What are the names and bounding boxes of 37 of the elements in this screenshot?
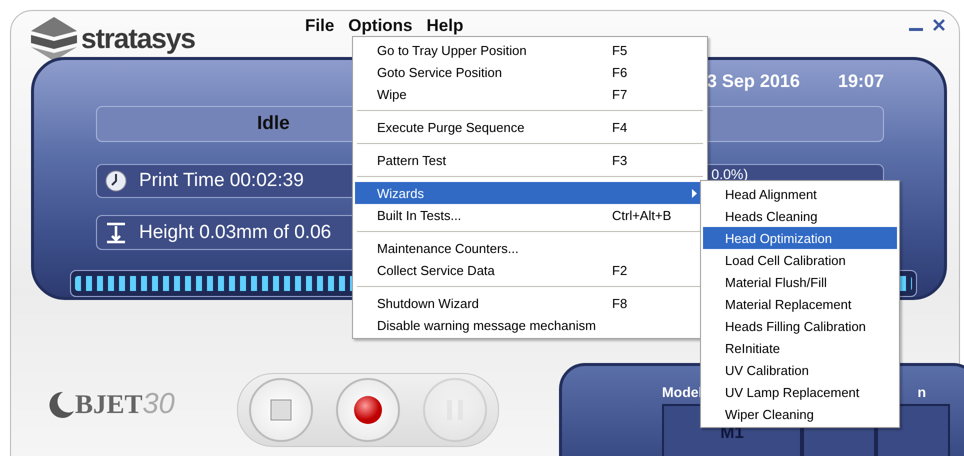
product-name: BJET bbox=[75, 389, 143, 420]
menu-title[interactable]: Help bbox=[422, 15, 468, 37]
menu-item[interactable]: Load Cell Calibration bbox=[703, 249, 897, 271]
menu-item[interactable]: Pattern Test F3 bbox=[355, 149, 705, 171]
time-text: 19:07 bbox=[838, 71, 884, 92]
crescent-icon bbox=[49, 390, 75, 418]
menu-item[interactable]: UV Calibration bbox=[703, 359, 897, 381]
print-time-text: Print Time 00:02:39 bbox=[139, 170, 304, 192]
menu-item[interactable]: Execute Purge Sequence F4 bbox=[355, 116, 705, 138]
menu-item[interactable]: Material Flush/Fill bbox=[703, 271, 897, 293]
state-text: Idle bbox=[257, 112, 290, 135]
progress-text: 0.0%) bbox=[711, 166, 748, 182]
menu-title[interactable]: Options bbox=[344, 15, 417, 37]
dot-icon bbox=[352, 395, 383, 425]
date-text: 3 Sep 2016 bbox=[706, 71, 800, 92]
close-icon[interactable] bbox=[933, 19, 945, 31]
height-icon bbox=[105, 222, 127, 244]
submenu-arrow-icon bbox=[692, 188, 697, 198]
stop-icon bbox=[270, 399, 292, 421]
product-number: 30 bbox=[142, 388, 175, 421]
menu-item[interactable]: UV Lamp Replacement bbox=[703, 381, 897, 403]
logo-icon bbox=[31, 17, 77, 61]
menu-title[interactable]: File bbox=[301, 15, 338, 37]
menu-item[interactable]: Go to Tray Upper Position F5 bbox=[355, 39, 705, 61]
cartridge-heading: n bbox=[917, 384, 926, 400]
menu-item[interactable]: Wiper Cleaning bbox=[703, 403, 897, 425]
menu-item[interactable]: Head Alignment bbox=[703, 183, 897, 205]
clock-icon bbox=[105, 170, 127, 192]
menu-item[interactable]: ReInitiate bbox=[703, 337, 897, 359]
menu-item[interactable]: Heads Filling Calibration bbox=[703, 315, 897, 337]
menu-item[interactable]: Head Optimization bbox=[703, 227, 897, 249]
height-text: Height 0.03mm of 0.06 bbox=[139, 222, 332, 244]
menu-item[interactable]: Wipe F7 bbox=[355, 83, 705, 105]
menu-item[interactable]: Material Replacement bbox=[703, 293, 897, 315]
menu-item[interactable]: Goto Service Position F6 bbox=[355, 61, 705, 83]
brand-name: stratasys bbox=[81, 24, 195, 54]
menu-item[interactable]: Heads Cleaning bbox=[703, 205, 897, 227]
